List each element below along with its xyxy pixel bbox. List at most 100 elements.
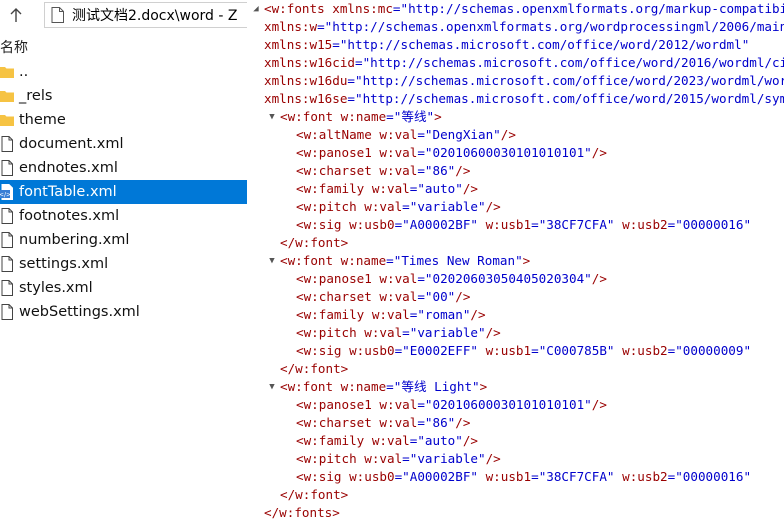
file-list: .. _rels theme document.xml endnotes.xml </> f…: [0, 60, 247, 324]
xml-equals: =: [355, 55, 363, 70]
xml-token: w:val: [364, 325, 403, 340]
xml-line: <w:sig w:usb0="A00002BF" w:usb1="38CF7CF…: [296, 216, 751, 234]
xml-token: <w:panose1: [296, 271, 380, 286]
xml-token: w:val: [379, 145, 418, 160]
collapse-toggle-icon[interactable]: ▼: [267, 378, 277, 396]
file-item[interactable]: footnotes.xml: [0, 204, 247, 228]
xml-token: />: [485, 325, 501, 340]
xml-equals: =: [332, 37, 340, 52]
xml-line: xmlns:w="http://schemas.openxmlformats.o…: [264, 18, 784, 36]
collapse-toggle-icon[interactable]: ▼: [267, 252, 277, 270]
xml-token: w:usb1: [485, 343, 532, 358]
xml-file-icon: [0, 304, 14, 320]
xml-token: [615, 343, 623, 358]
folder-item[interactable]: theme: [0, 108, 247, 132]
xml-token: w:usb0: [349, 343, 395, 358]
xml-token: />: [485, 451, 501, 466]
xml-line: <w:pitch w:val="variable"/>: [296, 324, 501, 342]
xml-attr-value: "http://schemas.microsoft.com/office/wor…: [355, 73, 784, 88]
xml-token: w:val: [379, 415, 418, 430]
xml-attr-value: "00000016": [675, 217, 752, 232]
xml-line: <w:sig w:usb0="E0002EFF" w:usb1="C000785…: [296, 342, 751, 360]
file-item[interactable]: numbering.xml: [0, 228, 247, 252]
xml-viewer[interactable]: ◢ <w:fonts xmlns:mc="http://schemas.openx…: [247, 0, 784, 523]
xml-token: [478, 343, 486, 358]
xml-attr-value: "http://schemas.openxmlformats.org/marku…: [400, 1, 784, 16]
file-item[interactable]: settings.xml: [0, 252, 247, 276]
column-name-label: 名称: [0, 40, 28, 56]
xml-attr-value: "00": [424, 289, 456, 304]
xml-equals: =: [531, 217, 539, 232]
xml-token: w:val: [379, 397, 418, 412]
file-item-label: document.xml: [19, 136, 124, 152]
xml-line: <w:panose1 w:val="02010600030101010101"/…: [296, 396, 607, 414]
file-item[interactable]: endnotes.xml: [0, 156, 247, 180]
xml-line: <w:family w:val="auto"/>: [296, 180, 478, 198]
back-button[interactable]: [4, 5, 28, 25]
xml-token: w:usb1: [485, 217, 532, 232]
xml-token: xmlns:w16se: [264, 91, 348, 106]
file-item-label: numbering.xml: [19, 232, 130, 248]
xml-token: w:val: [364, 451, 403, 466]
column-header[interactable]: 名称: [0, 38, 247, 58]
xml-token: </w:font>: [280, 361, 349, 376]
document-icon: [51, 7, 64, 23]
file-item[interactable]: webSettings.xml: [0, 300, 247, 324]
xml-token: w:val: [379, 271, 418, 286]
folder-icon: [0, 112, 14, 128]
xml-line: </w:font>: [280, 234, 348, 252]
xml-token: w:val: [371, 307, 410, 322]
xml-file-icon: [0, 160, 14, 176]
folder-item[interactable]: ..: [0, 60, 247, 84]
xml-equals: =: [531, 469, 539, 484]
xml-token: xmlns:mc: [332, 1, 393, 16]
xml-token: w:name: [340, 379, 387, 394]
xml-token: <w:charset: [296, 163, 380, 178]
xml-token: [478, 217, 486, 232]
xml-token: <w:family: [296, 181, 372, 196]
xml-token: <w:pitch: [296, 451, 365, 466]
xml-attr-value: "02020603050405020304": [424, 271, 592, 286]
xml-token: </w:font>: [280, 487, 349, 502]
xml-equals: =: [402, 451, 410, 466]
xml-equals: =: [402, 325, 410, 340]
xml-token: w:usb0: [349, 217, 395, 232]
xml-token: <w:pitch: [296, 325, 365, 340]
file-item-label: webSettings.xml: [19, 304, 140, 320]
xml-file-icon: [0, 256, 14, 272]
xml-token: w:usb2: [622, 469, 668, 484]
xml-token: />: [462, 181, 479, 196]
xml-token: />: [591, 397, 607, 412]
xml-file-icon: [0, 232, 14, 248]
xml-line: <w:font w:name="Times New Roman">: [280, 252, 530, 270]
file-item[interactable]: </> fontTable.xml: [0, 180, 247, 204]
xml-attr-value: "http://schemas.microsoft.com/office/wor…: [339, 37, 750, 52]
xml-equals: =: [392, 1, 401, 16]
xml-attr-value: "http://schemas.microsoft.com/office/wor…: [355, 91, 784, 106]
address-bar[interactable]: 测试文档2.docx\word - Z: [44, 2, 247, 28]
xml-line: xmlns:w16cid="http://schemas.microsoft.c…: [264, 54, 784, 72]
xml-token: />: [591, 271, 607, 286]
xml-attr-value: "Times New Roman": [393, 253, 523, 268]
xml-equals: =: [386, 379, 394, 394]
xml-line: xmlns:w16se="http://schemas.microsoft.co…: [264, 90, 784, 108]
xml-token: <w:charset: [296, 415, 380, 430]
xml-attr-value: "等线": [393, 109, 435, 124]
folder-icon: [0, 88, 14, 104]
svg-text:</>: </>: [0, 192, 11, 199]
file-item[interactable]: styles.xml: [0, 276, 247, 300]
xml-line: </w:font>: [280, 360, 348, 378]
xml-equals: =: [386, 109, 394, 124]
file-item[interactable]: document.xml: [0, 132, 247, 156]
xml-token: />: [455, 163, 471, 178]
xml-token: />: [455, 415, 471, 430]
xml-token: <w:sig: [296, 343, 350, 358]
collapse-toggle-icon[interactable]: ▼: [267, 108, 277, 126]
xml-equals: =: [347, 73, 355, 88]
xml-token: <w:panose1: [296, 397, 380, 412]
folder-item[interactable]: _rels: [0, 84, 247, 108]
xml-token: <w:panose1: [296, 145, 380, 160]
collapse-toggle-icon[interactable]: ◢: [251, 0, 261, 18]
xml-line: <w:sig w:usb0="A00002BF" w:usb1="38CF7CF…: [296, 468, 751, 486]
xml-token: xmlns:w: [264, 19, 318, 34]
